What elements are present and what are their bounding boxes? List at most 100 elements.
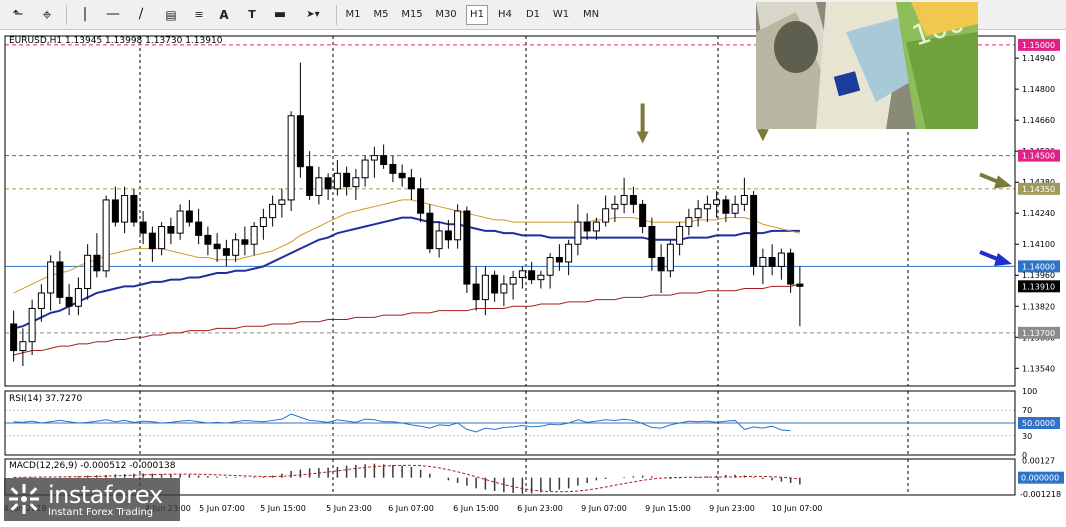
bullish-candle-body: [592, 221, 600, 232]
bearish-candle-body: [380, 155, 388, 165]
bullish-candle-body: [352, 177, 360, 188]
rsi-title: RSI(14) 37.7270: [9, 394, 82, 404]
timeframe-m5[interactable]: M5: [370, 5, 392, 25]
bullish-candle-body: [435, 230, 443, 250]
bullish-candle-body: [74, 288, 82, 307]
timeframe-h4[interactable]: H4: [494, 5, 516, 25]
crosshair-icon[interactable]: ⌖: [36, 5, 58, 25]
bearish-candle-body: [204, 234, 212, 245]
bearish-candle-body: [130, 194, 138, 223]
fibonacci-icon[interactable]: ≡: [188, 5, 210, 25]
price-axis-label: 1.13820: [1022, 302, 1055, 311]
bearish-candle-body: [139, 221, 147, 234]
cursor-icon[interactable]: ⬑: [8, 5, 28, 25]
candlestick: [750, 191, 758, 276]
bullish-candle-body: [481, 274, 489, 301]
bearish-candle-body: [93, 254, 101, 272]
time-axis-label: 10 Jun 07:00: [772, 504, 823, 513]
bullish-candle-body: [611, 203, 619, 210]
bearish-candle-body: [648, 226, 656, 259]
bearish-candle-body: [555, 257, 563, 263]
bullish-candle-body: [28, 307, 36, 343]
bullish-candle-body: [565, 243, 573, 263]
bullish-candle-body: [47, 261, 55, 294]
bullish-candle-body: [694, 208, 702, 219]
bullish-candle-body: [509, 276, 517, 285]
instaforex-logo-icon: [9, 484, 39, 514]
candlestick: [287, 111, 295, 211]
text-label-icon[interactable]: T: [242, 5, 262, 25]
timeframe-m15[interactable]: M15: [398, 5, 426, 25]
timeframe-m30[interactable]: M30: [432, 5, 460, 25]
price-axis-label: 1.13960: [1022, 271, 1055, 280]
horizontal-line-icon[interactable]: —: [102, 5, 124, 25]
bearish-candle-body: [722, 199, 730, 214]
timeframe-m1[interactable]: M1: [342, 5, 364, 25]
arrows-icon[interactable]: ➤▾: [298, 5, 328, 25]
time-axis-label: 5 Jun 07:00: [199, 504, 245, 513]
channel-icon[interactable]: ▤: [160, 5, 182, 25]
price-axis-label: 1.13540: [1022, 364, 1055, 373]
bearish-candle-body: [389, 163, 397, 174]
rsi-axis-label: 100: [1022, 387, 1037, 396]
macd-zero-label: 0.000000: [1021, 474, 1059, 483]
bullish-candle-body: [759, 257, 767, 267]
bearish-candle-body: [639, 203, 647, 228]
bearish-candle-body: [65, 296, 73, 307]
bullish-candle-body: [777, 252, 785, 267]
bearish-candle-body: [241, 239, 249, 245]
timeframe-d1[interactable]: D1: [522, 5, 544, 25]
bullish-candle-body: [703, 203, 711, 210]
logo-name: instaforex: [48, 481, 163, 509]
rectangle-icon[interactable]: ▬: [270, 5, 290, 25]
price-level-label: 1.13910: [1022, 282, 1055, 291]
bullish-candle-body: [666, 243, 674, 272]
text-icon[interactable]: A: [214, 5, 234, 25]
bearish-candle-body: [56, 261, 64, 298]
time-axis-label: 5 Jun 15:00: [260, 504, 306, 513]
price-axis-label: 1.14940: [1022, 54, 1055, 63]
bearish-candle-body: [629, 194, 637, 205]
bearish-candle-body: [195, 221, 203, 236]
rsi-level-label: 50.0000: [1022, 419, 1055, 428]
bearish-candle-body: [306, 166, 314, 196]
price-axis-label: 1.14100: [1022, 240, 1055, 249]
bullish-candle-body: [278, 199, 286, 205]
bearish-candle-body: [185, 210, 193, 223]
bearish-candle-body: [657, 257, 665, 272]
bullish-candle-body: [158, 226, 166, 250]
timeframe-h1[interactable]: H1: [466, 5, 488, 25]
time-axis-label: 9 Jun 15:00: [645, 504, 691, 513]
bullish-candle-body: [370, 155, 378, 161]
chart-title: EURUSD,H1 1.13945 1.13998 1.13730 1.1391…: [9, 36, 223, 46]
bullish-candle-body: [315, 177, 323, 196]
trendline-icon[interactable]: ∕: [130, 5, 152, 25]
bullish-candle-body: [287, 115, 295, 201]
bullish-candle-body: [84, 254, 92, 290]
bullish-candle-body: [333, 172, 341, 190]
time-axis-label: 6 Jun 15:00: [453, 504, 499, 513]
bearish-candle-body: [167, 226, 175, 234]
vertical-line-icon[interactable]: |: [76, 5, 94, 25]
price-level-label: 1.14500: [1022, 152, 1055, 161]
time-axis-label: 5 Jun 23:00: [326, 504, 372, 513]
instaforex-logo: instaforex Instant Forex Trading: [4, 478, 180, 521]
time-axis-label: 9 Jun 07:00: [581, 504, 627, 513]
toolbar-separator: [66, 5, 67, 25]
time-axis-label: 6 Jun 23:00: [517, 504, 563, 513]
bullish-candle-body: [740, 194, 748, 205]
bullish-candle-body: [269, 203, 277, 219]
macd-axis-label: -0.001218: [1020, 490, 1061, 499]
timeframe-w1[interactable]: W1: [550, 5, 572, 25]
logo-tagline: Instant Forex Trading: [48, 507, 154, 518]
rsi-axis-label: 70: [1022, 406, 1032, 415]
price-axis-label: 1.14800: [1022, 85, 1055, 94]
bullish-candle-body: [102, 199, 110, 272]
bearish-candle-body: [407, 177, 415, 190]
bearish-candle-body: [324, 177, 332, 190]
bearish-candle-body: [111, 199, 119, 223]
bullish-candle-body: [574, 221, 582, 245]
timeframe-mn[interactable]: MN: [578, 5, 604, 25]
bearish-candle-body: [796, 283, 804, 287]
bearish-candle-body: [472, 283, 480, 301]
